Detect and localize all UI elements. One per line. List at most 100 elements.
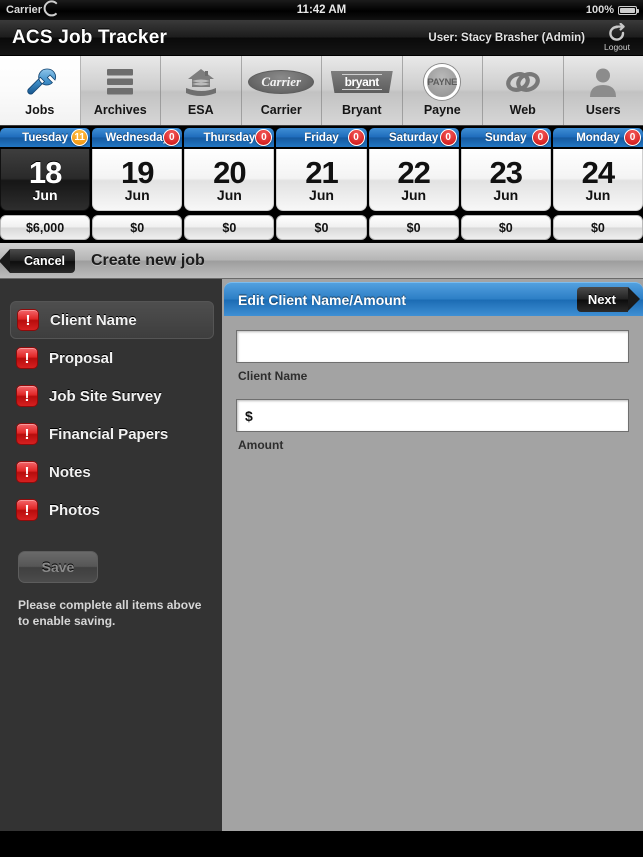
tab-archives[interactable]: Archives bbox=[81, 56, 161, 125]
sidebar-item-proposal[interactable]: ! Proposal bbox=[10, 339, 214, 377]
title-bar-right: User: Stacy Brasher (Admin) Logout bbox=[428, 22, 639, 52]
day-month: Jun bbox=[493, 186, 519, 203]
job-count-badge: 0 bbox=[255, 129, 273, 146]
day-name: Saturday bbox=[389, 131, 439, 144]
alert-exclamation-icon: ! bbox=[16, 499, 38, 521]
tab-users[interactable]: Users bbox=[564, 56, 643, 125]
sidebar-item-job-site-survey[interactable]: ! Job Site Survey bbox=[10, 377, 214, 415]
sidebar-item-financial-papers[interactable]: ! Financial Papers bbox=[10, 415, 214, 453]
job-count-badge: 0 bbox=[347, 129, 365, 146]
sidebar-item-label: Proposal bbox=[49, 349, 114, 367]
job-count-badge: 0 bbox=[531, 129, 549, 146]
exclamation-mark: ! bbox=[24, 463, 30, 481]
checklist-sidebar: ! Client Name ! Proposal ! Job Site Surv… bbox=[0, 279, 222, 831]
job-count-badge: 0 bbox=[623, 129, 641, 146]
date-strip: Tuesday 11 18 Jun Wednesday 0 19 Jun Thu… bbox=[0, 126, 643, 213]
day-amount[interactable]: $0 bbox=[460, 215, 551, 240]
tab-label: Payne bbox=[423, 103, 461, 117]
tab-label: Archives bbox=[93, 103, 147, 117]
day-card[interactable]: Saturday 0 22 Jun bbox=[368, 128, 459, 211]
tab-label: Bryant bbox=[341, 103, 382, 117]
tab-label: Carrier bbox=[260, 103, 302, 117]
day-body: 24 Jun bbox=[552, 149, 643, 211]
sub-toolbar: Cancel Create new job bbox=[0, 243, 643, 279]
day-name: Monday bbox=[576, 131, 620, 144]
save-section: Save Please complete all items above to … bbox=[0, 529, 222, 629]
content-area: ! Client Name ! Proposal ! Job Site Surv… bbox=[0, 279, 643, 831]
client-name-input[interactable] bbox=[236, 330, 629, 363]
sidebar-item-label: Client Name bbox=[50, 311, 137, 329]
save-hint-text: Please complete all items above to enabl… bbox=[18, 598, 202, 628]
day-month: Jun bbox=[585, 186, 611, 203]
web-links-icon bbox=[504, 62, 542, 102]
next-button[interactable]: Next bbox=[576, 287, 641, 312]
day-amount[interactable]: $0 bbox=[92, 215, 183, 240]
sidebar-item-client-name[interactable]: ! Client Name bbox=[10, 301, 214, 339]
status-bar-right: 100% bbox=[585, 4, 639, 16]
day-amount[interactable]: $0 bbox=[276, 215, 367, 240]
sub-toolbar-title: Create new job bbox=[91, 251, 205, 269]
day-card[interactable]: Tuesday 11 18 Jun bbox=[0, 128, 91, 211]
tab-web[interactable]: Web bbox=[483, 56, 564, 125]
wifi-icon bbox=[47, 5, 59, 15]
day-card[interactable]: Friday 0 21 Jun bbox=[276, 128, 367, 211]
logout-button[interactable]: Logout bbox=[595, 22, 639, 52]
job-count-badge: 0 bbox=[439, 129, 457, 146]
tab-jobs[interactable]: Jobs bbox=[0, 56, 81, 125]
sidebar-item-photos[interactable]: ! Photos bbox=[10, 491, 214, 529]
tab-label: Jobs bbox=[25, 103, 55, 117]
client-name-label: Client Name bbox=[238, 369, 308, 383]
day-month: Jun bbox=[401, 186, 427, 203]
sidebar-item-label: Financial Papers bbox=[49, 425, 169, 443]
job-count-badge: 11 bbox=[71, 129, 89, 146]
app-title-bar: ACS Job Tracker User: Stacy Brasher (Adm… bbox=[0, 20, 643, 56]
alert-exclamation-icon: ! bbox=[17, 309, 39, 331]
carrier-logo-text: Carrier bbox=[261, 74, 302, 89]
detail-panel-header: Edit Client Name/Amount Next bbox=[224, 282, 643, 316]
day-name: Friday bbox=[304, 131, 339, 144]
day-body: 19 Jun bbox=[92, 149, 183, 211]
alert-exclamation-icon: ! bbox=[16, 385, 38, 407]
user-icon bbox=[588, 62, 618, 102]
house-icon bbox=[183, 62, 219, 102]
sidebar-item-label: Notes bbox=[49, 463, 91, 481]
sidebar-item-label: Photos bbox=[49, 501, 100, 519]
save-button[interactable]: Save bbox=[18, 551, 98, 583]
day-card[interactable]: Sunday 0 23 Jun bbox=[460, 128, 551, 211]
day-amount[interactable]: $0 bbox=[552, 215, 643, 240]
cancel-button[interactable]: Cancel bbox=[0, 248, 75, 273]
day-amount[interactable]: $0 bbox=[184, 215, 275, 240]
exclamation-mark: ! bbox=[24, 425, 30, 443]
detail-panel: Edit Client Name/Amount Next Client Name… bbox=[222, 279, 643, 831]
tab-payne[interactable]: PAYNE Payne bbox=[403, 56, 483, 125]
tab-label: Users bbox=[585, 103, 621, 117]
tab-carrier[interactable]: Carrier Carrier bbox=[242, 56, 322, 125]
day-number: 19 bbox=[120, 154, 154, 190]
tab-bryant[interactable]: bryant Bryant bbox=[322, 56, 403, 125]
day-name: Wednesday bbox=[105, 131, 170, 144]
detail-panel-body: Client Name $ Amount bbox=[222, 316, 643, 831]
amount-label: Amount bbox=[238, 438, 284, 452]
day-amount[interactable]: $0 bbox=[368, 215, 459, 240]
sidebar-item-notes[interactable]: ! Notes bbox=[10, 453, 214, 491]
amount-input[interactable]: $ bbox=[236, 399, 629, 432]
day-header: Sunday 0 bbox=[460, 128, 551, 147]
sidebar-item-label: Job Site Survey bbox=[49, 387, 162, 405]
tab-label: Web bbox=[509, 103, 536, 117]
day-card[interactable]: Monday 0 24 Jun bbox=[552, 128, 643, 211]
battery-percent-label: 100% bbox=[585, 4, 614, 16]
day-name: Thursday bbox=[203, 131, 256, 144]
payne-logo-text: PAYNE bbox=[427, 76, 458, 88]
day-month: Jun bbox=[124, 186, 150, 203]
tab-esa[interactable]: ESA bbox=[161, 56, 242, 125]
day-card[interactable]: Thursday 0 20 Jun bbox=[184, 128, 275, 211]
day-number: 22 bbox=[397, 154, 430, 190]
day-card[interactable]: Wednesday 0 19 Jun bbox=[92, 128, 183, 211]
day-amount[interactable]: $6,000 bbox=[0, 215, 91, 240]
day-month: Jun bbox=[32, 186, 58, 203]
carrier-logo-icon: Carrier bbox=[248, 62, 315, 102]
day-number: 23 bbox=[489, 154, 523, 190]
tab-label: ESA bbox=[187, 103, 214, 117]
job-count-badge: 0 bbox=[163, 129, 181, 146]
day-header: Tuesday 11 bbox=[0, 128, 91, 147]
